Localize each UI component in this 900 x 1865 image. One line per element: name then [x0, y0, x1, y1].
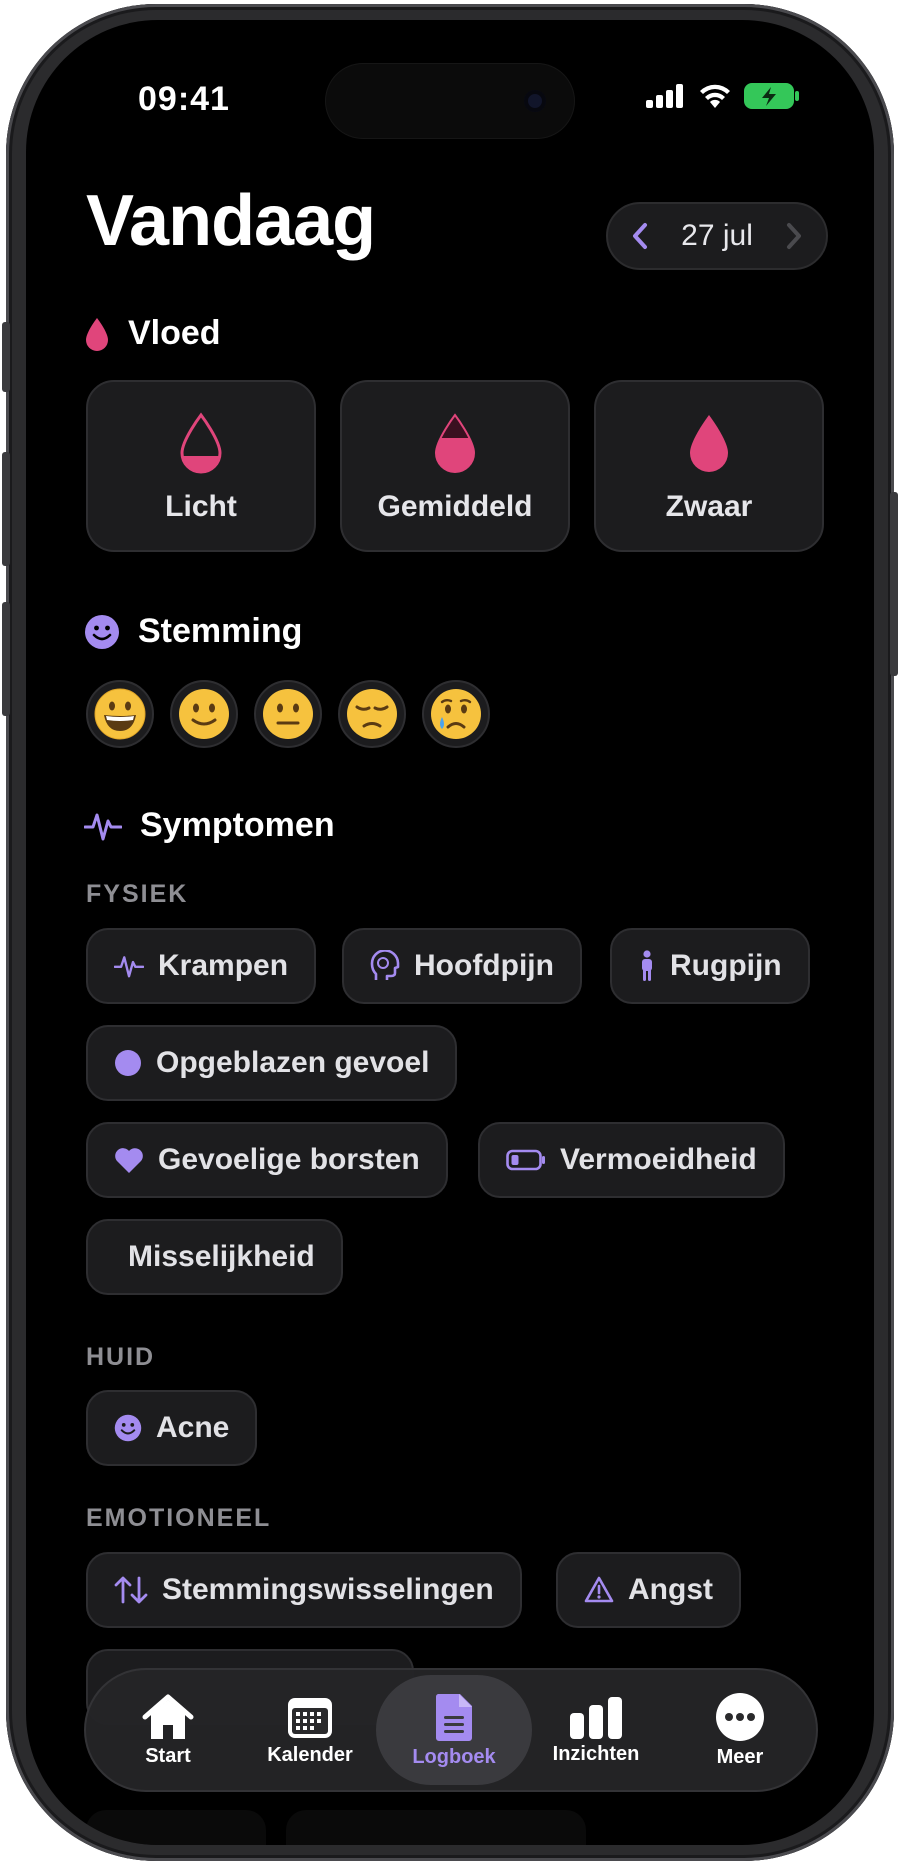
drop-medium-icon — [434, 413, 476, 473]
mood-option-pensive[interactable] — [338, 680, 406, 748]
tab-calendar[interactable]: Kalender — [240, 1670, 380, 1790]
chip-label: Angst — [628, 1573, 713, 1606]
current-date: 27 jul — [681, 219, 753, 252]
chip-cramps[interactable]: Krampen — [86, 928, 317, 1004]
tab-label: Meer — [716, 1745, 764, 1768]
chip-label: Acne — [156, 1411, 230, 1444]
battery-low-icon — [506, 1149, 545, 1171]
flow-option-label: Licht — [165, 490, 237, 523]
wifi-icon — [700, 84, 730, 108]
smiley-icon — [114, 1414, 142, 1442]
chip-acne[interactable]: Acne — [86, 1390, 258, 1466]
house-icon — [142, 1694, 194, 1739]
volume-up-button — [2, 452, 10, 566]
drop-low-icon — [180, 412, 222, 474]
pulse-icon — [114, 956, 144, 978]
chip-partially-hidden — [286, 1810, 586, 1845]
smiley-icon — [85, 614, 119, 649]
action-button — [2, 322, 10, 392]
chip-label: Opgeblazen gevoel — [156, 1046, 430, 1079]
chip-bloating[interactable]: Opgeblazen gevoel — [86, 1025, 458, 1101]
chip-label: Stemmingswisselingen — [162, 1573, 494, 1606]
tab-label: Inzichten — [552, 1742, 640, 1765]
flow-option-heavy[interactable]: Zwaar — [594, 380, 824, 552]
flow-section-header: Vloed — [84, 314, 221, 353]
pensive-face-icon — [347, 689, 397, 739]
tab-more[interactable]: Meer — [670, 1670, 810, 1790]
grinning-face-icon — [94, 688, 146, 740]
tab-label: Start — [145, 1744, 191, 1767]
brain-head-icon — [370, 950, 400, 980]
date-selector[interactable]: 27 jul — [606, 202, 828, 270]
tab-start[interactable]: Start — [98, 1670, 238, 1790]
drop-full-icon — [690, 415, 728, 472]
status-indicators — [646, 82, 800, 110]
chip-label: Rugpijn — [670, 949, 782, 982]
page-title: Vandaag — [86, 181, 376, 261]
pulse-icon — [84, 813, 122, 840]
chip-label: Krampen — [158, 949, 289, 982]
flow-option-light[interactable]: Licht — [86, 380, 316, 552]
battery-charging-icon — [744, 83, 799, 109]
mood-option-crying[interactable] — [422, 680, 490, 748]
flow-option-medium[interactable]: Gemiddeld — [340, 380, 570, 552]
bar-chart-icon — [570, 1696, 622, 1739]
chip-mood-swings[interactable]: Stemmingswisselingen — [86, 1552, 522, 1628]
tab-label: Logboek — [412, 1745, 496, 1768]
chip-headache[interactable]: Hoofdpijn — [342, 928, 582, 1004]
tab-bar: Start Kalender Logboek Inzichten Meer — [84, 1668, 818, 1792]
neutral-face-icon — [263, 689, 313, 739]
mood-option-smiling[interactable] — [170, 680, 238, 748]
slightly-smiling-face-icon — [179, 689, 229, 739]
calendar-icon — [288, 1697, 332, 1738]
group-label-emotional: EMOTIONEEL — [86, 1504, 272, 1532]
group-label-physical: FYSIEK — [86, 880, 189, 908]
chip-label: Hoofdpijn — [414, 949, 554, 982]
symptoms-section-header: Symptomen — [84, 806, 335, 845]
document-icon — [435, 1693, 472, 1741]
group-label-skin: HUID — [86, 1343, 156, 1371]
flow-title: Vloed — [128, 314, 221, 352]
chip-back-pain[interactable]: Rugpijn — [610, 928, 810, 1004]
mood-title: Stemming — [138, 612, 303, 650]
cellular-signal-icon — [646, 84, 683, 108]
tab-label: Kalender — [267, 1743, 353, 1766]
chip-label: Vermoeidheid — [560, 1143, 757, 1176]
chip-label: Misselijkheid — [128, 1240, 315, 1273]
chip-anxiety[interactable]: Angst — [556, 1552, 741, 1628]
flow-option-label: Gemiddeld — [377, 490, 533, 523]
chip-partially-hidden — [86, 1810, 266, 1845]
volume-down-button — [2, 602, 10, 716]
circle-icon — [115, 1050, 141, 1076]
chevron-left-icon[interactable] — [630, 221, 650, 251]
screen: 09:41 Vandaag 27 jul Vloed Licht Gemidde… — [26, 20, 874, 1845]
arrows-up-down-icon — [114, 1576, 148, 1604]
mood-option-grinning[interactable] — [86, 680, 154, 748]
flow-option-label: Zwaar — [665, 490, 753, 523]
phone-frame: 09:41 Vandaag 27 jul Vloed Licht Gemidde… — [2, 4, 898, 1861]
status-time: 09:41 — [138, 80, 230, 118]
warning-triangle-icon — [584, 1576, 614, 1603]
chip-label: Gevoelige borsten — [158, 1143, 420, 1176]
figure-standing-icon — [642, 950, 652, 981]
symptoms-title: Symptomen — [140, 806, 335, 844]
tab-logbook[interactable]: Logboek — [376, 1675, 532, 1785]
chip-nausea[interactable]: Misselijkheid — [86, 1219, 343, 1295]
drop-icon — [86, 317, 108, 351]
chevron-right-icon[interactable] — [784, 221, 804, 251]
crying-face-icon — [431, 689, 481, 739]
tab-insights[interactable]: Inzichten — [526, 1670, 666, 1790]
mood-section-header: Stemming — [84, 612, 302, 651]
power-button — [890, 492, 898, 676]
chip-fatigue[interactable]: Vermoeidheid — [478, 1122, 785, 1198]
heart-icon — [115, 1148, 143, 1173]
chip-tender-breasts[interactable]: Gevoelige borsten — [86, 1122, 448, 1198]
ellipsis-icon — [716, 1692, 764, 1741]
mood-option-neutral[interactable] — [254, 680, 322, 748]
dynamic-island — [326, 64, 574, 138]
